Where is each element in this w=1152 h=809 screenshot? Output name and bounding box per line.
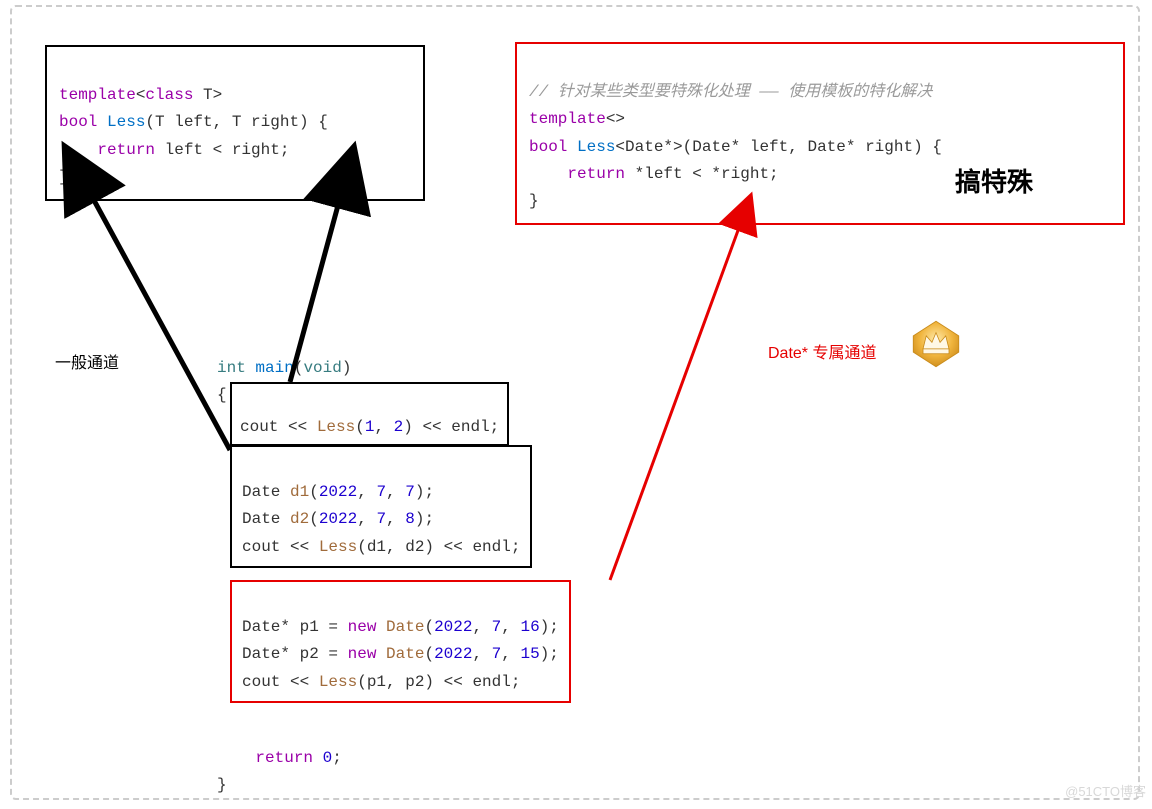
special-label: 搞特殊	[955, 160, 1033, 204]
specialized-template-box: // 针对某些类型要特殊化处理 —— 使用模板的特化解决 template<> …	[515, 42, 1125, 225]
crown-icon	[910, 318, 962, 370]
generic-template-box: template<class T> bool Less(T left, T ri…	[45, 45, 425, 201]
call2-box: Date d1(2022, 7, 7); Date d2(2022, 7, 8)…	[230, 445, 532, 568]
comment-text: // 针对某些类型要特殊化处理 —— 使用模板的特化解决	[529, 83, 932, 101]
call1-box: cout << Less(1, 2) << endl;	[230, 382, 509, 446]
fn-less: Less	[97, 113, 145, 131]
date-channel-label: Date* 专属通道	[768, 340, 876, 367]
general-channel-label: 一般通道	[55, 350, 119, 377]
main-footer: return 0; }	[205, 710, 354, 808]
call3-box: Date* p1 = new Date(2022, 7, 16); Date* …	[230, 580, 571, 703]
kw-template: template	[59, 86, 136, 104]
kw-bool: bool	[59, 113, 97, 131]
kw-return: return	[97, 141, 155, 159]
watermark: @51CTO博客	[1065, 781, 1146, 803]
